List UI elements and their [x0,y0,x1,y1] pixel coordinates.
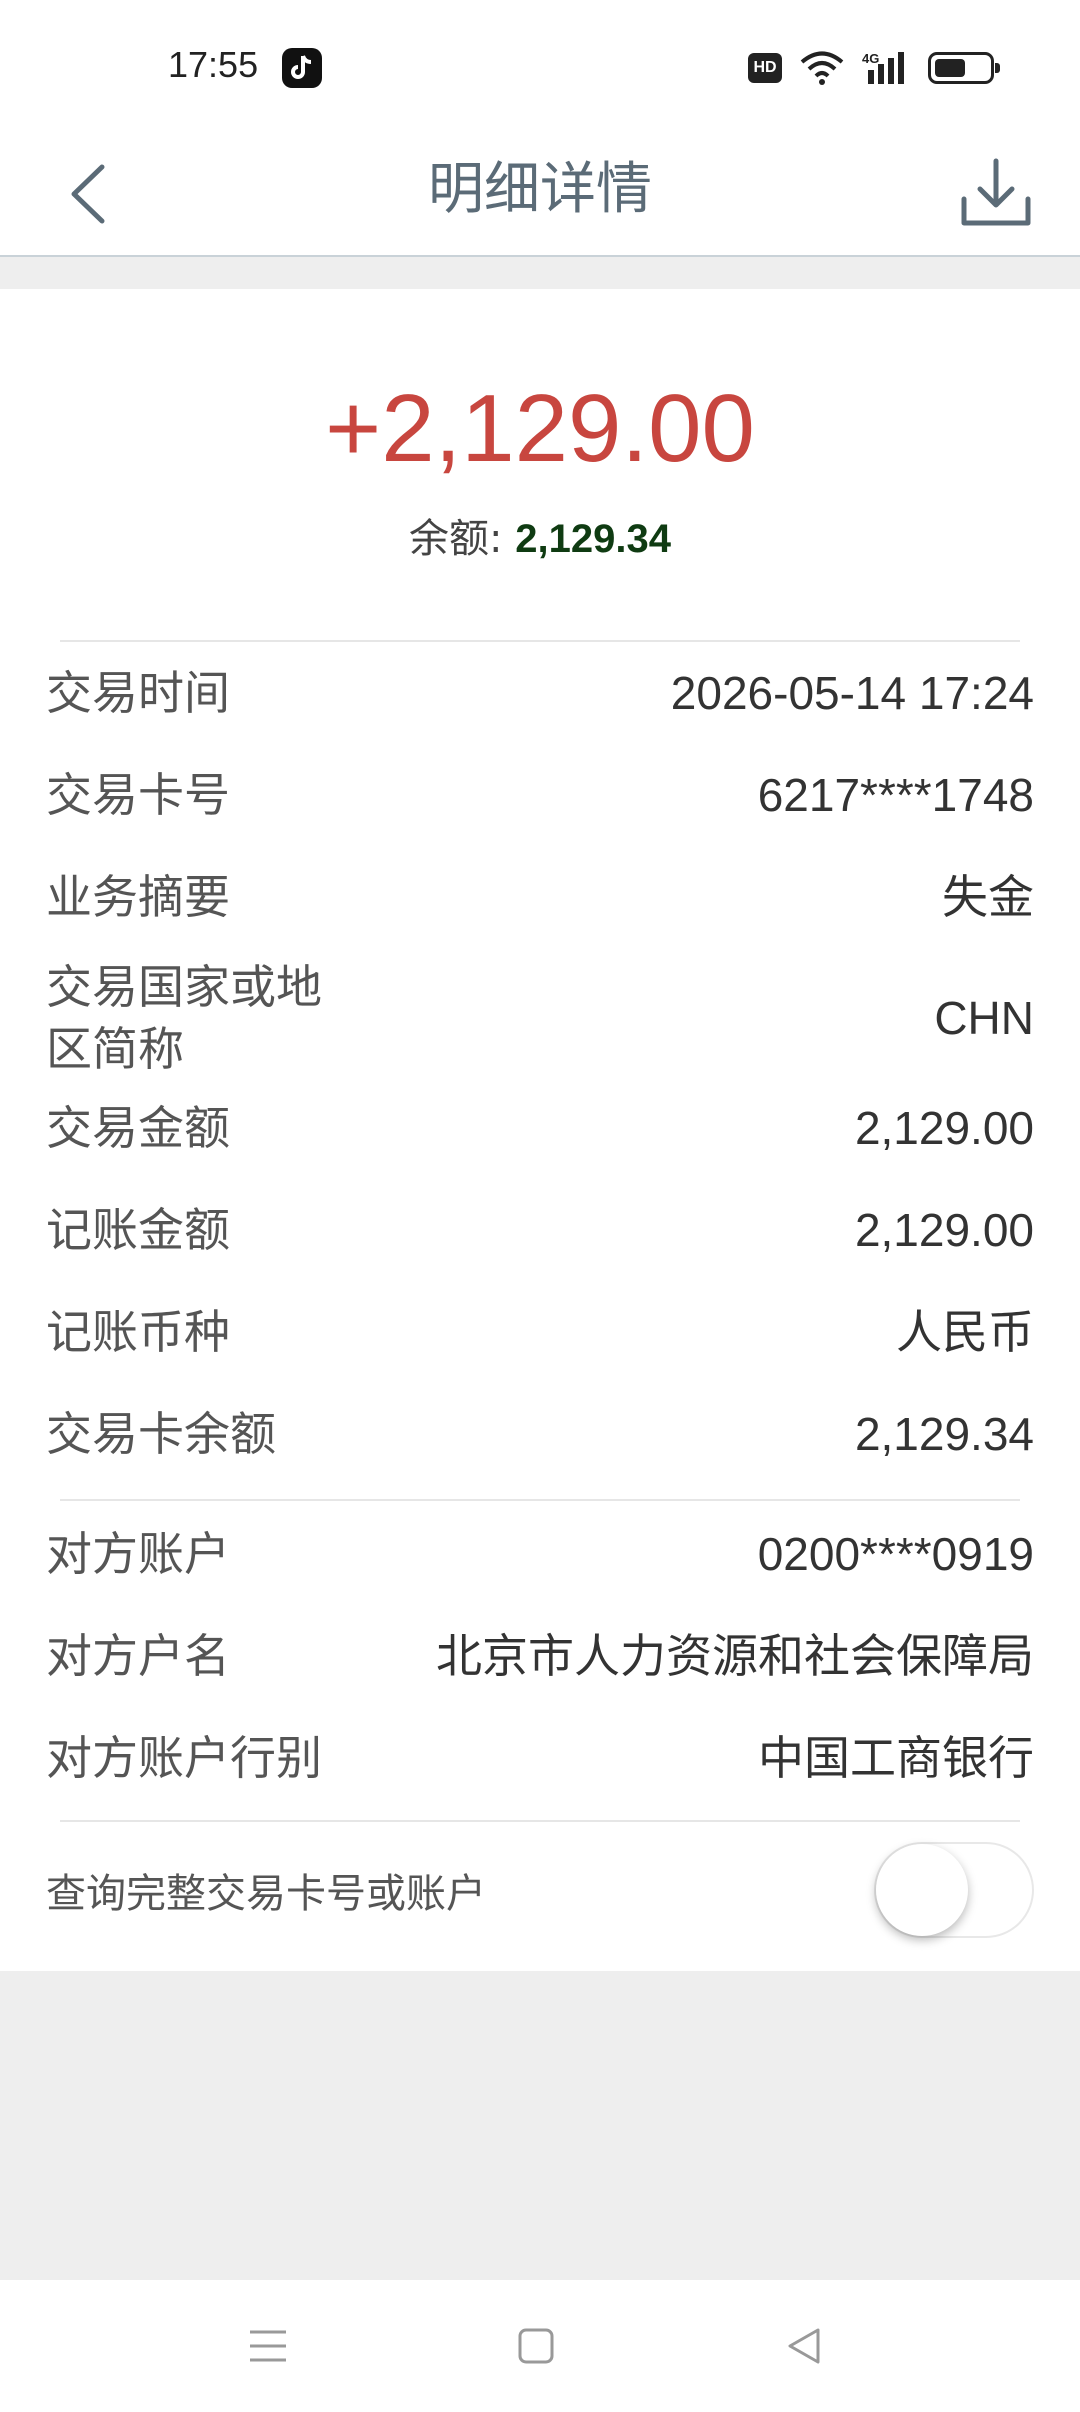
detail-value: 人民币 [896,1306,1034,1358]
detail-row-time: 交易时间 2026-05-14 17:24 [46,662,1034,724]
detail-row-summary: 业务摘要 失金 [46,866,1034,928]
detail-value: 2,129.00 [854,1102,1034,1154]
full-number-toggle-label: 查询完整交易卡号或账户 [46,1871,486,1917]
detail-label: 交易国家或地区简称 [46,960,322,1076]
detail-value: 0200****0919 [757,1528,1034,1580]
detail-value: CHN [934,992,1034,1044]
divider [60,640,1020,642]
detail-value: 2,129.34 [854,1408,1034,1460]
detail-label: 对方户名 [46,1629,230,1683]
detail-label: 交易时间 [46,666,230,720]
detail-label: 对方账户行别 [46,1731,322,1785]
detail-value: 2,129.00 [854,1204,1034,1256]
full-number-toggle-row: 查询完整交易卡号或账户 [46,1842,1034,1938]
wifi-icon [800,51,844,85]
balance-value: 2,129.34 [515,517,671,561]
divider [60,1820,1020,1822]
detail-row-currency: 记账币种 人民币 [46,1301,1034,1363]
detail-row-transaction-amount: 交易金额 2,129.00 [46,1097,1034,1159]
detail-label: 记账币种 [46,1305,230,1359]
toggle-knob[interactable] [876,1844,968,1936]
detail-value: 2026-05-14 17:24 [670,667,1034,719]
detail-value: 失金 [942,871,1034,923]
detail-label: 业务摘要 [46,870,230,924]
tiktok-icon [282,48,322,88]
detail-label: 交易卡余额 [46,1407,276,1461]
detail-label: 交易卡号 [46,768,230,822]
detail-row-counterparty-account: 对方账户 0200****0919 [46,1523,1034,1585]
detail-label: 对方账户 [46,1527,230,1581]
detail-value: 北京市人力资源和社会保障局 [436,1630,1034,1682]
home-square-icon[interactable] [512,2322,560,2370]
detail-row-card-number: 交易卡号 6217****1748 [46,764,1034,826]
navigation-bar: 明细详情 [0,135,1080,257]
status-icons: HD 4G [748,48,1000,88]
detail-label: 记账金额 [46,1203,230,1257]
download-button[interactable] [956,153,1036,233]
detail-row-country: 交易国家或地区简称 CHN [46,956,1034,1080]
detail-value: 中国工商银行 [758,1732,1034,1784]
signal-4g-icon: 4G [862,51,904,84]
section-gap [0,259,1080,289]
status-bar: 17:55 HD 4G [0,0,1080,135]
battery-icon [928,52,1000,84]
detail-row-posted-amount: 记账金额 2,129.00 [46,1199,1034,1261]
status-time: 17:55 [168,44,259,85]
detail-label: 交易金额 [46,1101,230,1155]
page-title: 明细详情 [428,157,652,222]
system-navigation-bar [0,2280,1080,2412]
balance-label: 余额: [409,516,516,562]
transaction-amount: +2,129.00 [325,375,755,482]
back-triangle-icon[interactable] [780,2322,828,2370]
transaction-detail-card: +2,129.00 余额: 2,129.34 交易时间 2026-05-14 1… [0,289,1080,1971]
detail-row-counterparty-name: 对方户名 北京市人力资源和社会保障局 [46,1625,1034,1687]
detail-row-card-balance: 交易卡余额 2,129.34 [46,1403,1034,1465]
detail-value: 6217****1748 [757,769,1034,821]
divider [60,1499,1020,1501]
menu-icon[interactable] [244,2322,292,2370]
full-number-toggle-switch[interactable] [874,1842,1034,1938]
balance-line: 余额: 2,129.34 [0,511,1080,567]
hd-badge: HD [748,53,782,83]
svg-text:4G: 4G [862,51,879,66]
detail-row-counterparty-bank: 对方账户行别 中国工商银行 [46,1727,1034,1789]
